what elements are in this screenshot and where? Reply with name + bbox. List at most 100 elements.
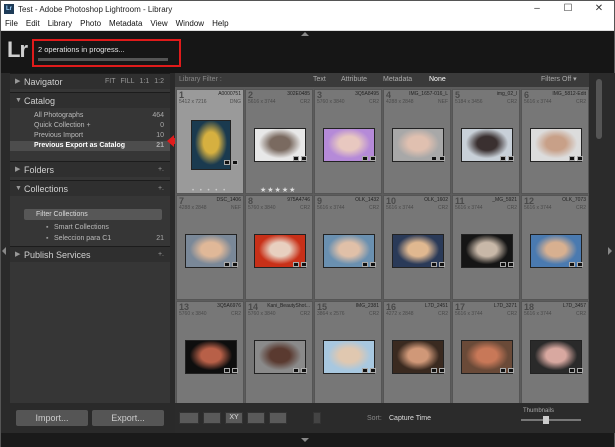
- develop-badge-icon[interactable]: [370, 368, 376, 373]
- photo-cell[interactable]: 5 img_02_l 5184 x 3456 CR2: [452, 89, 520, 194]
- develop-badge-icon[interactable]: [301, 368, 307, 373]
- filter-tab-none[interactable]: None: [429, 73, 446, 87]
- filter-tab-text[interactable]: Text: [313, 73, 326, 87]
- develop-badge-icon[interactable]: [232, 368, 238, 373]
- develop-badge-icon[interactable]: [577, 262, 583, 267]
- photo-cell[interactable]: 6 IMG_5812-Edit 5616 x 3744 CR2: [521, 89, 589, 194]
- grid-scrollbar[interactable]: [596, 79, 602, 139]
- menu-file[interactable]: File: [1, 19, 22, 28]
- metadata-badge-icon[interactable]: [224, 368, 230, 373]
- photo-cell[interactable]: 14 Kani_BeautyShot... 5760 x 3840 CR2: [245, 301, 313, 406]
- zoom-fill[interactable]: FILL: [121, 78, 135, 85]
- photo-cell[interactable]: 7 DSC_1406 4288 x 2848 NEF: [176, 195, 244, 300]
- metadata-badge-icon[interactable]: [500, 156, 506, 161]
- metadata-badge-icon[interactable]: [362, 262, 368, 267]
- develop-badge-icon[interactable]: [301, 262, 307, 267]
- photo-cell[interactable]: 4 IMG_1657-016_L 4288 x 2848 NEF: [383, 89, 451, 194]
- add-folder-icon[interactable]: +.: [158, 162, 164, 178]
- develop-badge-icon[interactable]: [508, 156, 514, 161]
- collections-header[interactable]: ▼ Collections +.: [10, 180, 170, 196]
- survey-view-button[interactable]: [247, 412, 265, 424]
- develop-badge-icon[interactable]: [232, 160, 238, 165]
- rating-dots[interactable]: • • • • •: [192, 188, 227, 194]
- publish-services-header[interactable]: ▶ Publish Services +.: [10, 246, 170, 262]
- right-panel-toggle-icon[interactable]: [608, 247, 612, 255]
- menu-photo[interactable]: Photo: [76, 19, 105, 28]
- thumbnail-size-slider[interactable]: [521, 416, 581, 424]
- develop-badge-icon[interactable]: [439, 262, 445, 267]
- compare-view-button[interactable]: XY: [225, 412, 243, 424]
- photo-cell[interactable]: 12 OLK_7073 5616 x 3744 CR2: [521, 195, 589, 300]
- metadata-badge-icon[interactable]: [500, 262, 506, 267]
- metadata-badge-icon[interactable]: [431, 156, 437, 161]
- left-panel-toggle-icon[interactable]: [2, 247, 6, 255]
- navigator-header[interactable]: ▶ Navigator FIT FILL 1:1 1:2: [10, 73, 170, 89]
- metadata-badge-icon[interactable]: [293, 156, 299, 161]
- develop-badge-icon[interactable]: [508, 262, 514, 267]
- menu-help[interactable]: Help: [208, 19, 232, 28]
- sort-dropdown[interactable]: Capture Time: [389, 415, 431, 422]
- metadata-badge-icon[interactable]: [293, 262, 299, 267]
- minimize-button[interactable]: –: [525, 1, 549, 17]
- develop-badge-icon[interactable]: [508, 368, 514, 373]
- photo-cell[interactable]: 2 302E0485 5616 x 3744 CR2 ★★★★★: [245, 89, 313, 194]
- catalog-header[interactable]: ▼ Catalog: [10, 92, 170, 108]
- metadata-badge-icon[interactable]: [362, 156, 368, 161]
- metadata-badge-icon[interactable]: [500, 368, 506, 373]
- catalog-item[interactable]: Quick Collection + 0: [10, 121, 170, 131]
- photo-cell[interactable]: 16 L7D_2451 4272 x 2848 CR2: [383, 301, 451, 406]
- navigator-zoom[interactable]: FIT FILL 1:1 1:2: [100, 74, 164, 90]
- photo-cell[interactable]: 3 3Q5A8495 5760 x 3840 CR2: [314, 89, 382, 194]
- loupe-view-button[interactable]: [203, 412, 221, 424]
- filmstrip-toggle-icon[interactable]: [301, 438, 309, 442]
- metadata-badge-icon[interactable]: [431, 262, 437, 267]
- zoom-1-1[interactable]: 1:1: [140, 78, 150, 85]
- maximize-button[interactable]: ☐: [556, 1, 580, 17]
- photo-cell[interactable]: 18 L7D_3457 5616 x 3744 CR2: [521, 301, 589, 406]
- collection-item[interactable]: ▪ Seleccion para C1 21: [10, 234, 170, 244]
- menu-edit[interactable]: Edit: [22, 19, 44, 28]
- metadata-badge-icon[interactable]: [224, 160, 230, 165]
- filter-collections-input[interactable]: Filter Collections: [24, 209, 162, 220]
- people-view-button[interactable]: [269, 412, 287, 424]
- slider-knob[interactable]: [542, 416, 549, 424]
- photo-cell[interactable]: 17 L7D_3271 5616 x 3744 CR2: [452, 301, 520, 406]
- develop-badge-icon[interactable]: [370, 262, 376, 267]
- develop-badge-icon[interactable]: [577, 156, 583, 161]
- photo-cell[interactable]: 11 _MG_5921 5616 x 3744 CR2: [452, 195, 520, 300]
- metadata-badge-icon[interactable]: [569, 262, 575, 267]
- develop-badge-icon[interactable]: [232, 262, 238, 267]
- filters-off-dropdown[interactable]: Filters Off ▾: [541, 73, 577, 87]
- folders-header[interactable]: ▶ Folders +.: [10, 161, 170, 177]
- menu-metadata[interactable]: Metadata: [105, 19, 146, 28]
- develop-badge-icon[interactable]: [439, 156, 445, 161]
- filter-tab-attribute[interactable]: Attribute: [341, 73, 367, 87]
- catalog-item[interactable]: All Photographs 464: [10, 111, 170, 121]
- export-button[interactable]: Export...: [92, 410, 164, 426]
- metadata-badge-icon[interactable]: [362, 368, 368, 373]
- painter-icon[interactable]: [313, 412, 321, 424]
- zoom-fit[interactable]: FIT: [105, 78, 116, 85]
- photo-cell[interactable]: 9 OLK_1432 5616 x 3744 CR2: [314, 195, 382, 300]
- import-button[interactable]: Import...: [16, 410, 88, 426]
- develop-badge-icon[interactable]: [370, 156, 376, 161]
- develop-badge-icon[interactable]: [577, 368, 583, 373]
- menu-library[interactable]: Library: [44, 19, 76, 28]
- photo-cell[interactable]: 8 975A4746 5760 x 3840 CR2: [245, 195, 313, 300]
- add-collection-icon[interactable]: +.: [158, 181, 164, 197]
- metadata-badge-icon[interactable]: [431, 368, 437, 373]
- top-panel-toggle-icon[interactable]: [301, 32, 309, 36]
- menu-window[interactable]: Window: [172, 19, 208, 28]
- photo-cell[interactable]: 1 A0000751 5412 x 7216 DNG • • • • •: [176, 89, 244, 194]
- catalog-item[interactable]: Previous Export as Catalog 21: [10, 141, 170, 151]
- add-publish-service-icon[interactable]: +.: [158, 247, 164, 263]
- develop-badge-icon[interactable]: [301, 156, 307, 161]
- photo-cell[interactable]: 10 OLK_1602 5616 x 3744 CR2: [383, 195, 451, 300]
- develop-badge-icon[interactable]: [439, 368, 445, 373]
- grid-view-button[interactable]: [179, 412, 199, 424]
- star-rating[interactable]: ★★★★★: [260, 186, 296, 194]
- menu-view[interactable]: View: [146, 19, 171, 28]
- filter-tab-metadata[interactable]: Metadata: [383, 73, 412, 87]
- metadata-badge-icon[interactable]: [293, 368, 299, 373]
- close-button[interactable]: ✕: [587, 1, 611, 17]
